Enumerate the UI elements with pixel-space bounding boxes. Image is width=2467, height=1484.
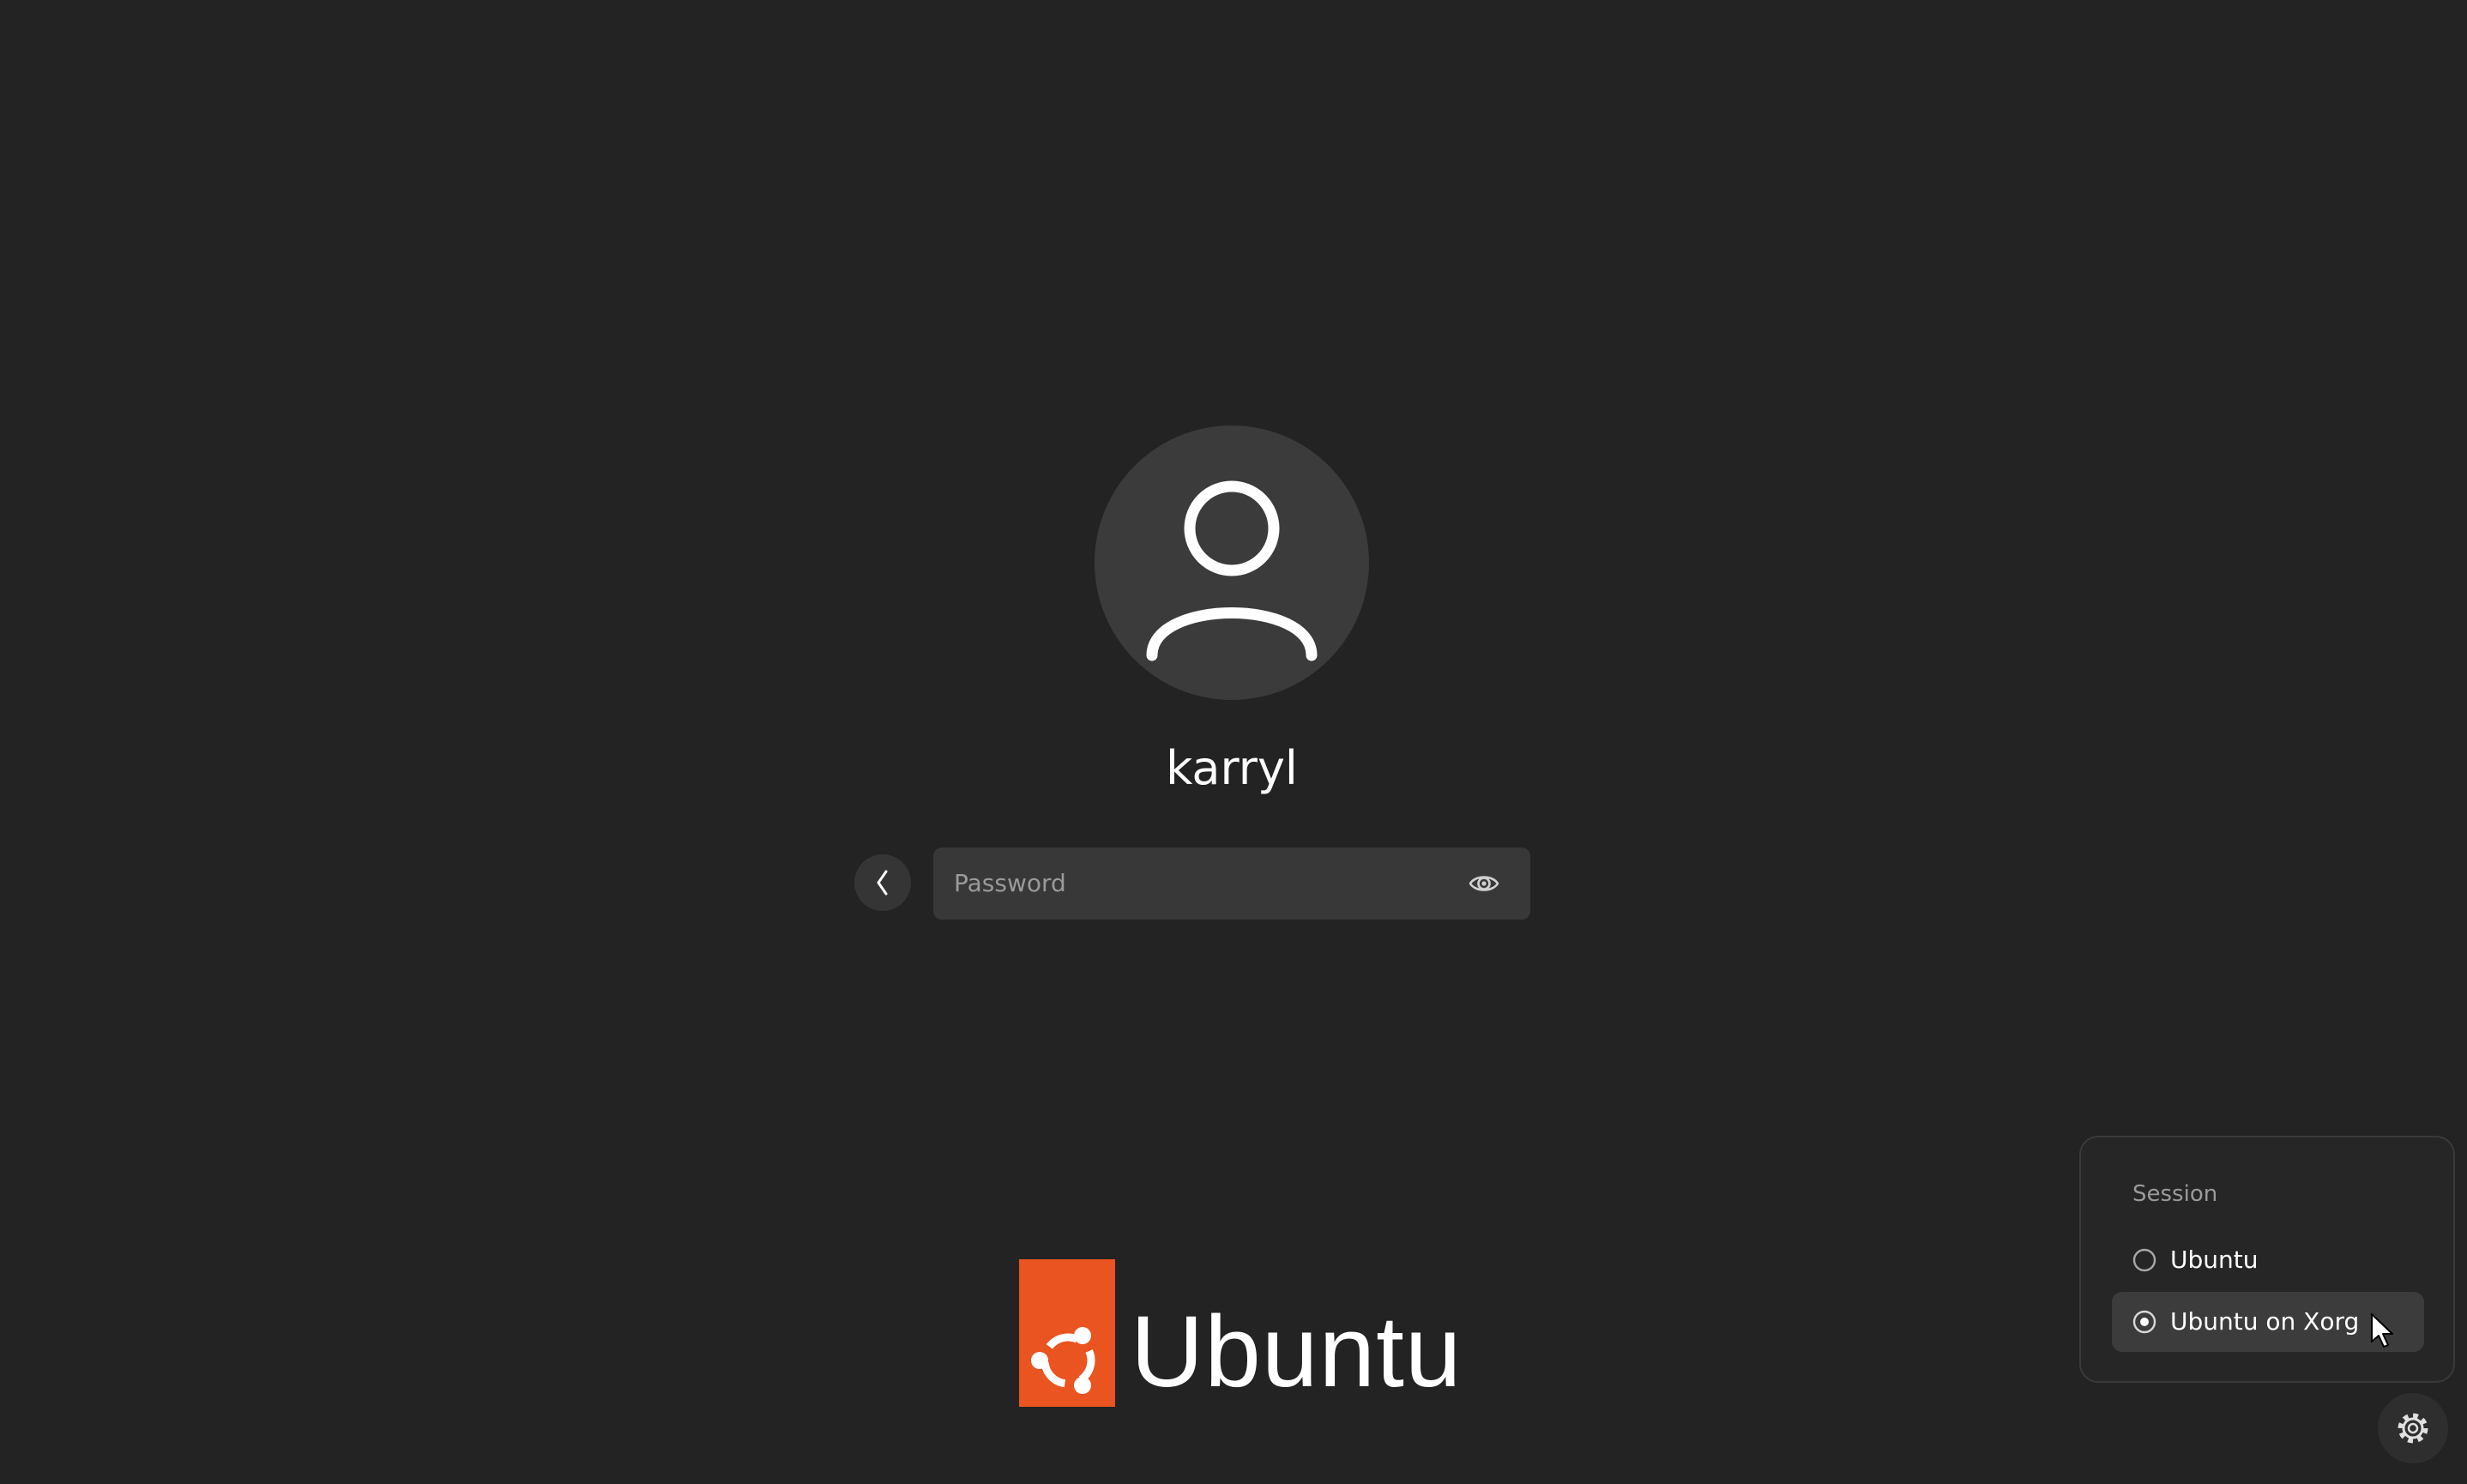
settings-button[interactable]	[2378, 1393, 2448, 1463]
ubuntu-circle-of-friends-icon	[1019, 1259, 1115, 1407]
ubuntu-logo: Ubuntu	[1019, 1259, 1462, 1410]
password-input[interactable]: Password	[933, 848, 1530, 920]
gear-icon	[2398, 1413, 2428, 1444]
user-avatar-icon	[1146, 480, 1318, 661]
session-option-label: Ubuntu on Xorg	[2170, 1307, 2360, 1336]
session-menu: Session Ubuntu Ubuntu on Xorg	[2079, 1136, 2455, 1383]
logo-wordmark: Ubuntu	[1131, 1295, 1463, 1409]
eye-icon[interactable]	[1467, 866, 1501, 901]
user-avatar[interactable]	[1095, 425, 1369, 700]
username: karryl	[1166, 741, 1298, 795]
password-placeholder: Password	[954, 869, 1066, 897]
session-option-ubuntu[interactable]: Ubuntu	[2112, 1230, 2424, 1290]
radio-selected-icon[interactable]	[2132, 1310, 2156, 1334]
back-button[interactable]	[854, 854, 911, 911]
session-option-label: Ubuntu	[2170, 1246, 2259, 1274]
session-heading: Session	[2132, 1181, 2218, 1207]
login-screen: karryl Password Ubuntu Session Ubuntu Ub…	[0, 0, 2467, 1484]
radio-unselected-icon[interactable]	[2132, 1248, 2156, 1272]
session-option-ubuntu-on-xorg[interactable]: Ubuntu on Xorg	[2112, 1292, 2424, 1352]
chevron-left-icon	[877, 870, 888, 896]
